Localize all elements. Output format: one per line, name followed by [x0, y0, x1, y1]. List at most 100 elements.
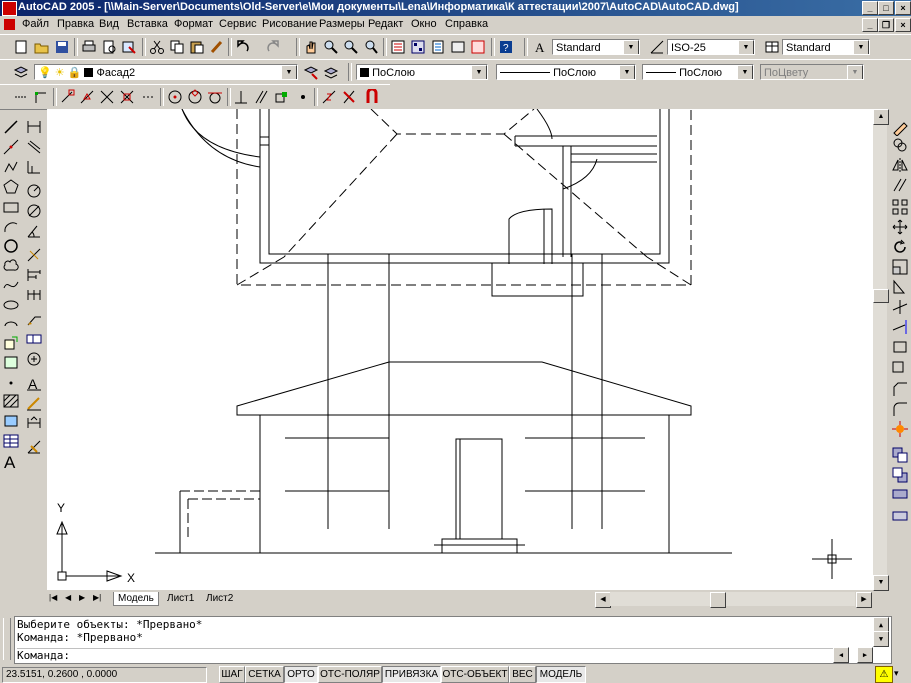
tab-model[interactable]: Модель [113, 592, 159, 606]
tolerance-icon[interactable] [25, 330, 43, 348]
grid-toggle[interactable]: СЕТКА [245, 666, 284, 683]
table-icon[interactable] [2, 432, 20, 450]
mirror-icon[interactable] [891, 156, 909, 174]
circle-icon[interactable] [2, 237, 20, 255]
copy-object-icon[interactable] [891, 136, 909, 154]
scale-icon[interactable] [891, 258, 909, 276]
scroll-up-button[interactable]: ▲ [873, 109, 889, 125]
tab-layout1[interactable]: Лист1 [163, 592, 198, 605]
menu-view[interactable]: Вид [99, 18, 119, 30]
fillet-icon[interactable] [891, 400, 909, 418]
baseline-dim-icon[interactable] [25, 266, 43, 284]
make-layer-current-icon[interactable] [302, 63, 320, 81]
hscroll-left-button[interactable]: ◀ [595, 592, 611, 608]
save-icon[interactable] [53, 38, 71, 56]
snap-from-icon[interactable] [32, 88, 50, 106]
model-toggle[interactable]: МОДЕЛЬ [536, 666, 586, 683]
ellipse-icon[interactable] [2, 296, 20, 314]
snap-perpendicular-icon[interactable] [232, 88, 250, 106]
linear-dim-icon[interactable] [25, 118, 43, 136]
maximize-button[interactable]: □ [878, 1, 894, 15]
menu-help[interactable]: Справка [445, 18, 488, 30]
match-properties-icon[interactable] [208, 38, 226, 56]
table-style-select[interactable]: Standard ▼ [782, 39, 870, 55]
osnap-toggle[interactable]: ПРИВЯЗКА [382, 666, 441, 683]
snap-midpoint-icon[interactable] [78, 88, 96, 106]
point-icon[interactable] [2, 374, 20, 392]
publish-icon[interactable] [120, 38, 138, 56]
draw-order-back-icon[interactable] [891, 466, 909, 484]
draw-order-front-icon[interactable] [891, 446, 909, 464]
properties-icon[interactable] [389, 38, 407, 56]
scroll-thumb[interactable] [873, 289, 889, 303]
snap-center-icon[interactable] [166, 88, 184, 106]
line-icon[interactable] [2, 118, 20, 136]
snap-tangent-icon[interactable] [206, 88, 224, 106]
hscroll-right-button[interactable]: ▶ [856, 592, 872, 608]
angular-dim-icon[interactable] [25, 222, 43, 240]
snap-none-icon[interactable] [340, 88, 358, 106]
polygon-icon[interactable] [2, 178, 20, 196]
erase-icon[interactable] [891, 118, 909, 136]
quick-dim-icon[interactable] [25, 246, 43, 264]
drawing-area[interactable]: Y X [47, 109, 873, 590]
region-icon[interactable] [2, 412, 20, 430]
menu-insert[interactable]: Вставка [127, 18, 168, 30]
snap-parallel-icon[interactable] [252, 88, 270, 106]
dimension-text-edit-icon[interactable] [25, 394, 43, 412]
snap-toggle[interactable]: ШАГ [219, 666, 245, 683]
undo-icon[interactable] [234, 38, 252, 56]
snap-apparent-intersection-icon[interactable] [118, 88, 136, 106]
tab-layout2[interactable]: Лист2 [202, 592, 237, 605]
doc-restore-button[interactable]: ❐ [878, 18, 894, 32]
close-button[interactable]: × [895, 1, 911, 15]
menu-modify[interactable]: Редакт [368, 18, 403, 30]
cut-icon[interactable] [148, 38, 166, 56]
dimension-update-icon[interactable] [25, 414, 43, 432]
multiline-text-icon[interactable]: A [2, 452, 20, 470]
extend-icon[interactable] [891, 318, 909, 336]
text-style-select[interactable]: Standard ▼ [552, 39, 640, 55]
tab-last-button[interactable]: ▶| [93, 593, 101, 602]
qleader-icon[interactable] [25, 310, 43, 328]
explode-icon[interactable] [891, 420, 909, 438]
snap-endpoint-icon[interactable] [58, 88, 76, 106]
horizontal-scrollbar[interactable] [610, 592, 855, 606]
linetype-select[interactable]: ПоСлою ▼ [496, 64, 636, 80]
coordinates-display[interactable]: 23.5151, 0.2600 , 0.0000 [2, 667, 207, 683]
offset-icon[interactable] [891, 176, 909, 194]
aligned-dim-icon[interactable] [25, 138, 43, 156]
redo-icon[interactable] [264, 38, 282, 56]
design-center-icon[interactable] [409, 38, 427, 56]
hscroll-thumb[interactable] [710, 592, 726, 608]
spline-icon[interactable] [2, 276, 20, 294]
cmd-hscroll-left-button[interactable]: ◀ [833, 647, 849, 663]
menu-dimension[interactable]: Размеры [319, 18, 365, 30]
break-at-point-icon[interactable] [891, 338, 909, 356]
tool-palettes-icon[interactable] [429, 38, 447, 56]
dim-style-select[interactable]: ISO-25 ▼ [667, 39, 755, 55]
stretch-icon[interactable] [891, 278, 909, 296]
draw-order-above-icon[interactable] [891, 486, 909, 504]
scroll-down-button[interactable]: ▼ [873, 575, 889, 591]
pan-icon[interactable] [302, 38, 320, 56]
center-mark-icon[interactable] [25, 350, 43, 368]
tab-first-button[interactable]: |◀ [49, 593, 57, 602]
lineweight-select[interactable]: ПоСлою ▼ [642, 64, 754, 80]
cmd-hscroll-right-button[interactable]: ▶ [857, 647, 873, 663]
ordinate-dim-icon[interactable] [25, 158, 43, 176]
communication-center-icon[interactable]: ⚠ [875, 666, 893, 683]
otrack-toggle[interactable]: ОТС-ОБЪЕКТ [441, 666, 509, 683]
markup-icon[interactable] [469, 38, 487, 56]
command-prompt[interactable]: Команда: [17, 648, 837, 662]
cmd-scroll-down-button[interactable]: ▼ [873, 631, 889, 647]
snap-insert-icon[interactable] [272, 88, 290, 106]
menu-tools[interactable]: Сервис [219, 18, 257, 30]
hatch-icon[interactable] [2, 392, 20, 410]
temp-tracking-icon[interactable] [12, 88, 30, 106]
menu-window[interactable]: Окно [411, 18, 437, 30]
dimension-edit-icon[interactable]: A [25, 374, 43, 392]
zoom-previous-icon[interactable] [362, 38, 380, 56]
tab-prev-button[interactable]: ◀ [65, 593, 71, 602]
snap-quadrant-icon[interactable] [186, 88, 204, 106]
